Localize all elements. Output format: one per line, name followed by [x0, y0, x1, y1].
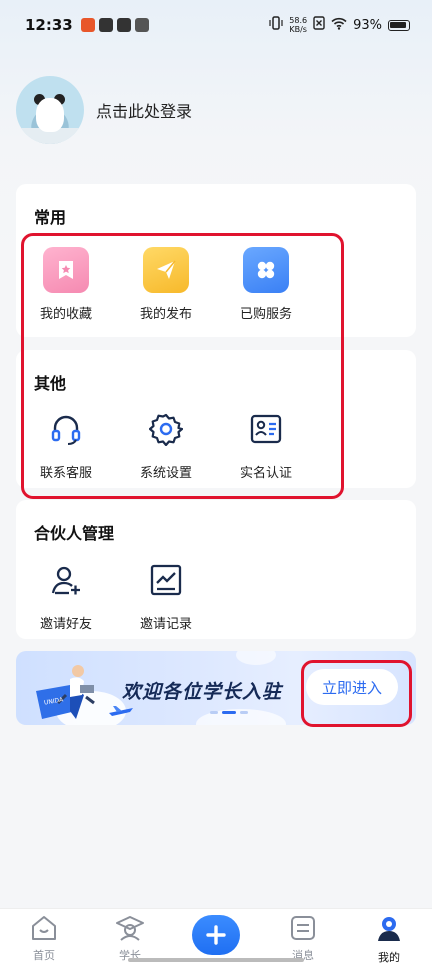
network-speed-value: 58.6 — [289, 16, 308, 25]
profile-icon — [375, 915, 403, 947]
bottom-navigation: 首页 学长 消息 我的 — [0, 908, 432, 964]
carousel-dot-active — [222, 711, 236, 714]
section-title-other: 其他 — [34, 374, 67, 393]
section-title-partner: 合伙人管理 — [34, 524, 115, 543]
purchased-services-icon — [243, 247, 289, 293]
grid-label: 联系客服 — [39, 466, 92, 481]
wifi-icon — [331, 17, 347, 34]
graduate-icon — [115, 915, 145, 945]
grid-label: 我的收藏 — [39, 307, 92, 322]
plus-icon — [206, 918, 226, 953]
network-speed-unit: KB/s — [289, 25, 307, 34]
nav-label: 首页 — [33, 949, 55, 962]
enter-now-button[interactable]: 立即进入 — [306, 669, 398, 705]
grid-label: 已购服务 — [239, 307, 292, 322]
chart-record-icon — [143, 557, 189, 603]
profile-login-area[interactable]: 点击此处登录 — [16, 76, 192, 144]
message-app-icon — [134, 18, 149, 32]
avatar-panda — [36, 98, 64, 132]
nav-label-active: 我的 — [378, 951, 400, 964]
banner-illustration: UNIDA — [30, 661, 110, 721]
carousel-indicator — [210, 711, 248, 714]
carousel-dot — [240, 711, 248, 714]
gear-icon — [143, 406, 189, 452]
banner-cloud — [236, 651, 276, 665]
system-settings-button[interactable]: 系统设置 — [116, 406, 216, 481]
id-card-icon — [243, 406, 289, 452]
my-posts-button[interactable]: 我的发布 — [116, 247, 216, 322]
add-user-icon — [43, 557, 89, 603]
battery-icon — [388, 19, 410, 31]
app-notification-icon — [80, 18, 95, 32]
video-app-icon — [98, 18, 113, 32]
other-section: 其他 联系客服 系统设置 实名认证 — [16, 350, 416, 488]
notification-icons — [80, 18, 149, 32]
status-time: 12:33 — [25, 16, 73, 34]
real-name-verification-button[interactable]: 实名认证 — [216, 406, 316, 481]
grid-label: 邀请好友 — [39, 617, 92, 632]
purchased-services-button[interactable]: 已购服务 — [216, 247, 316, 322]
grid-label: 邀请记录 — [139, 617, 192, 632]
nav-seniors[interactable]: 学长 — [100, 915, 160, 963]
invite-records-button[interactable]: 邀请记录 — [116, 557, 216, 632]
status-bar: 12:33 58.6 KB/s 93% — [0, 0, 432, 50]
vibrate-icon — [269, 16, 283, 34]
nav-home[interactable]: 首页 — [14, 915, 74, 963]
headset-icon — [43, 406, 89, 452]
home-indicator — [128, 958, 304, 962]
common-section: 常用 我的收藏 我的发布 已购服务 — [16, 184, 416, 337]
partner-section: 合伙人管理 邀请好友 邀请记录 — [16, 500, 416, 639]
banner-title: 欢迎各位学长入驻 — [122, 681, 283, 703]
home-icon — [30, 915, 58, 945]
airplane-icon — [108, 703, 134, 722]
nav-mine[interactable]: 我的 — [359, 915, 419, 964]
create-plus-button[interactable] — [192, 915, 240, 955]
promo-banner[interactable]: UNIDA 欢迎各位学长入驻 立即进入 — [16, 651, 416, 725]
status-right: 58.6 KB/s 93% — [269, 16, 410, 34]
avatar[interactable] — [16, 76, 84, 144]
sim-disabled-icon — [313, 16, 325, 34]
link-app-icon — [116, 18, 131, 32]
paper-plane-icon — [143, 247, 189, 293]
grid-label: 我的发布 — [139, 307, 192, 322]
network-speed: 58.6 KB/s — [289, 16, 307, 34]
contact-support-button[interactable]: 联系客服 — [16, 406, 116, 481]
carousel-dot — [210, 711, 218, 714]
my-favorites-button[interactable]: 我的收藏 — [16, 247, 116, 322]
grid-label: 系统设置 — [139, 466, 192, 481]
battery-percent: 93% — [353, 17, 382, 33]
message-icon — [289, 915, 317, 945]
login-prompt[interactable]: 点击此处登录 — [96, 98, 192, 122]
nav-messages[interactable]: 消息 — [273, 915, 333, 963]
favorites-icon — [43, 247, 89, 293]
invite-friends-button[interactable]: 邀请好友 — [16, 557, 116, 632]
grid-label: 实名认证 — [239, 466, 292, 481]
section-title-common: 常用 — [34, 208, 67, 227]
